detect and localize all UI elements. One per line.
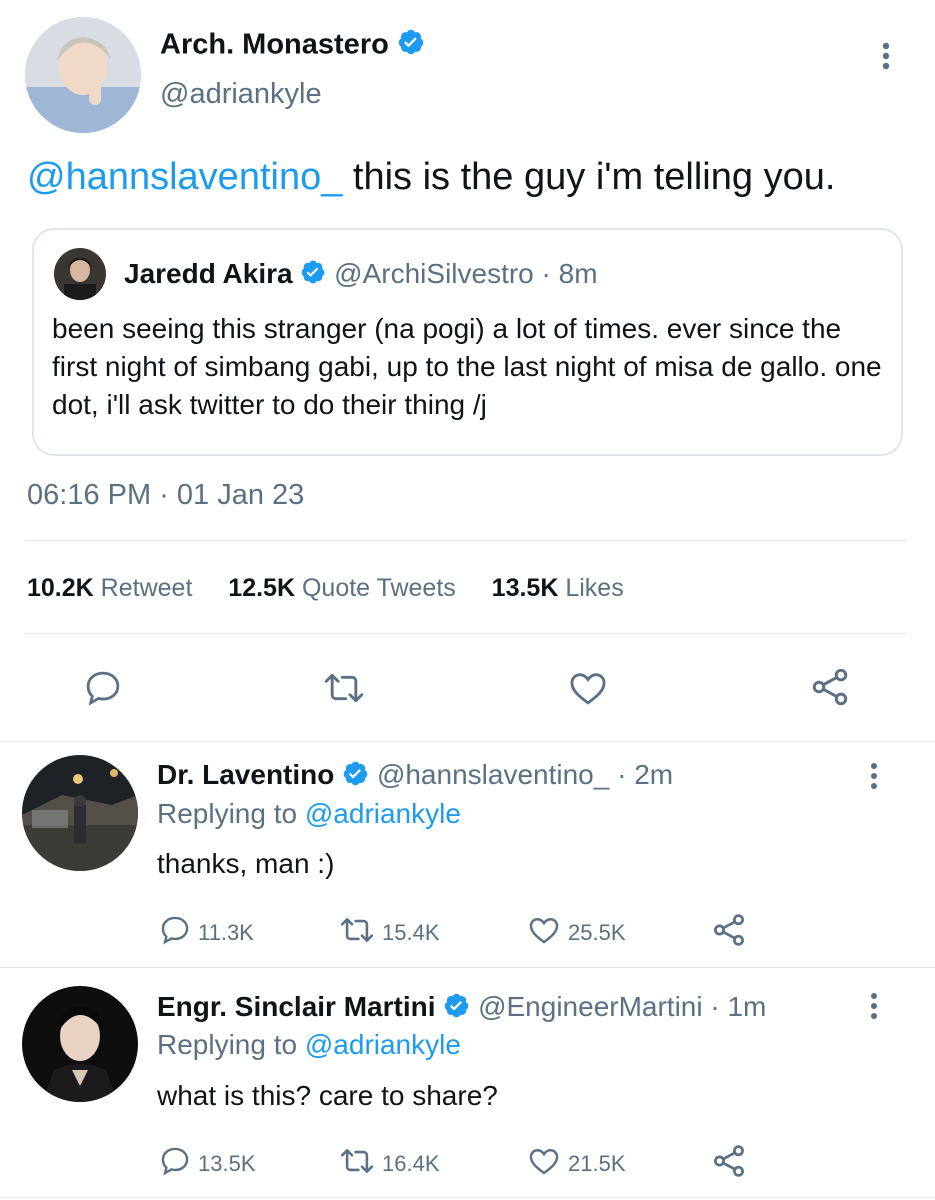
verified-badge-icon bbox=[342, 760, 369, 794]
reply-action[interactable]: 13.5K bbox=[158, 1144, 256, 1183]
reply-icon[interactable] bbox=[82, 667, 124, 714]
reply-meta: @hannslaventino_ · 2m bbox=[376, 759, 674, 790]
share-icon[interactable] bbox=[710, 911, 748, 954]
quoted-author-name: Jaredd Akira bbox=[124, 258, 293, 289]
mention-link[interactable]: @hannslaventino_ bbox=[27, 156, 342, 198]
quoted-text: been seeing this stranger (na pogi) a lo… bbox=[52, 313, 882, 420]
reply-count: 11.3K bbox=[198, 919, 254, 945]
more-options-icon[interactable] bbox=[877, 42, 895, 72]
share-icon[interactable] bbox=[710, 1142, 748, 1185]
like-action[interactable]: 21.5K bbox=[526, 1144, 626, 1183]
reply-author-avatar[interactable] bbox=[22, 986, 138, 1102]
quoted-header: Jaredd Akira @ArchiSilvestro · 8m bbox=[124, 258, 598, 292]
like-count: 21.5K bbox=[568, 1150, 626, 1176]
reply-icon bbox=[158, 913, 192, 952]
replying-to-link[interactable]: @adriankyle bbox=[305, 1029, 461, 1060]
verified-badge-icon bbox=[397, 28, 425, 64]
quoted-author-avatar bbox=[54, 248, 106, 300]
reply-action[interactable]: 11.3K bbox=[158, 913, 254, 952]
retweet-action[interactable]: 15.4K bbox=[338, 913, 440, 952]
reply-author-name[interactable]: Dr. Laventino bbox=[157, 759, 334, 790]
verified-badge-icon bbox=[300, 259, 326, 292]
divider bbox=[0, 1197, 935, 1198]
tweet-timestamp[interactable]: 06:16 PM · 01 Jan 23 bbox=[27, 479, 304, 512]
divider bbox=[25, 540, 907, 541]
stats-row: 10.2K Retweet 12.5K Quote Tweets 13.5K L… bbox=[27, 574, 624, 603]
reply-tweet[interactable]: Dr. Laventino @hannslaventino_ · 2m Repl… bbox=[0, 742, 935, 966]
retweet-action[interactable]: 16.4K bbox=[338, 1144, 440, 1183]
author-avatar[interactable] bbox=[25, 17, 141, 133]
reply-header: Engr. Sinclair Martini @EngineerMartini … bbox=[157, 991, 766, 1026]
like-action[interactable]: 25.5K bbox=[526, 913, 626, 952]
divider bbox=[25, 633, 907, 634]
like-icon bbox=[526, 913, 562, 952]
author-name[interactable]: Arch. Monastero bbox=[160, 29, 389, 61]
replying-to-link[interactable]: @adriankyle bbox=[305, 798, 461, 829]
retweet-icon bbox=[338, 913, 376, 952]
author-handle[interactable]: @adriankyle bbox=[160, 78, 322, 111]
more-options-icon[interactable] bbox=[866, 762, 882, 792]
replying-to: Replying to @adriankyle bbox=[157, 1029, 461, 1060]
reply-author-name[interactable]: Engr. Sinclair Martini bbox=[157, 991, 436, 1022]
tweet-body: this is the guy i'm telling you. bbox=[342, 156, 836, 198]
retweet-count: 16.4K bbox=[382, 1150, 440, 1176]
retweet-icon[interactable] bbox=[322, 667, 366, 714]
retweet-icon bbox=[338, 1144, 376, 1183]
reply-author-avatar[interactable] bbox=[22, 755, 138, 871]
verified-badge-icon bbox=[443, 992, 470, 1026]
reply-text: what is this? care to share? bbox=[157, 1080, 498, 1111]
like-count: 25.5K bbox=[568, 919, 626, 945]
like-icon[interactable] bbox=[566, 667, 610, 714]
quote-tweets-stat[interactable]: 12.5K Quote Tweets bbox=[228, 574, 455, 602]
reply-header: Dr. Laventino @hannslaventino_ · 2m bbox=[157, 759, 673, 794]
reply-tweet[interactable]: Engr. Sinclair Martini @EngineerMartini … bbox=[0, 968, 935, 1194]
reply-text: thanks, man :) bbox=[157, 848, 335, 879]
tweet-text: @hannslaventino_ this is the guy i'm tel… bbox=[27, 153, 835, 201]
more-options-icon[interactable] bbox=[866, 992, 882, 1022]
reply-count: 13.5K bbox=[198, 1150, 256, 1176]
likes-stat[interactable]: 13.5K Likes bbox=[492, 574, 624, 602]
reply-icon bbox=[158, 1144, 192, 1183]
replying-to: Replying to @adriankyle bbox=[157, 798, 461, 829]
like-icon bbox=[526, 1144, 562, 1183]
share-icon[interactable] bbox=[808, 665, 852, 714]
author-name-row: Arch. Monastero bbox=[160, 28, 425, 64]
quoted-tweet-card[interactable]: Jaredd Akira @ArchiSilvestro · 8m been s… bbox=[32, 228, 903, 456]
reply-meta: @EngineerMartini · 1m bbox=[478, 991, 767, 1022]
retweet-count: 15.4K bbox=[382, 919, 440, 945]
quoted-meta: @ArchiSilvestro · 8m bbox=[334, 258, 598, 289]
retweet-stat[interactable]: 10.2K Retweet bbox=[27, 574, 192, 602]
